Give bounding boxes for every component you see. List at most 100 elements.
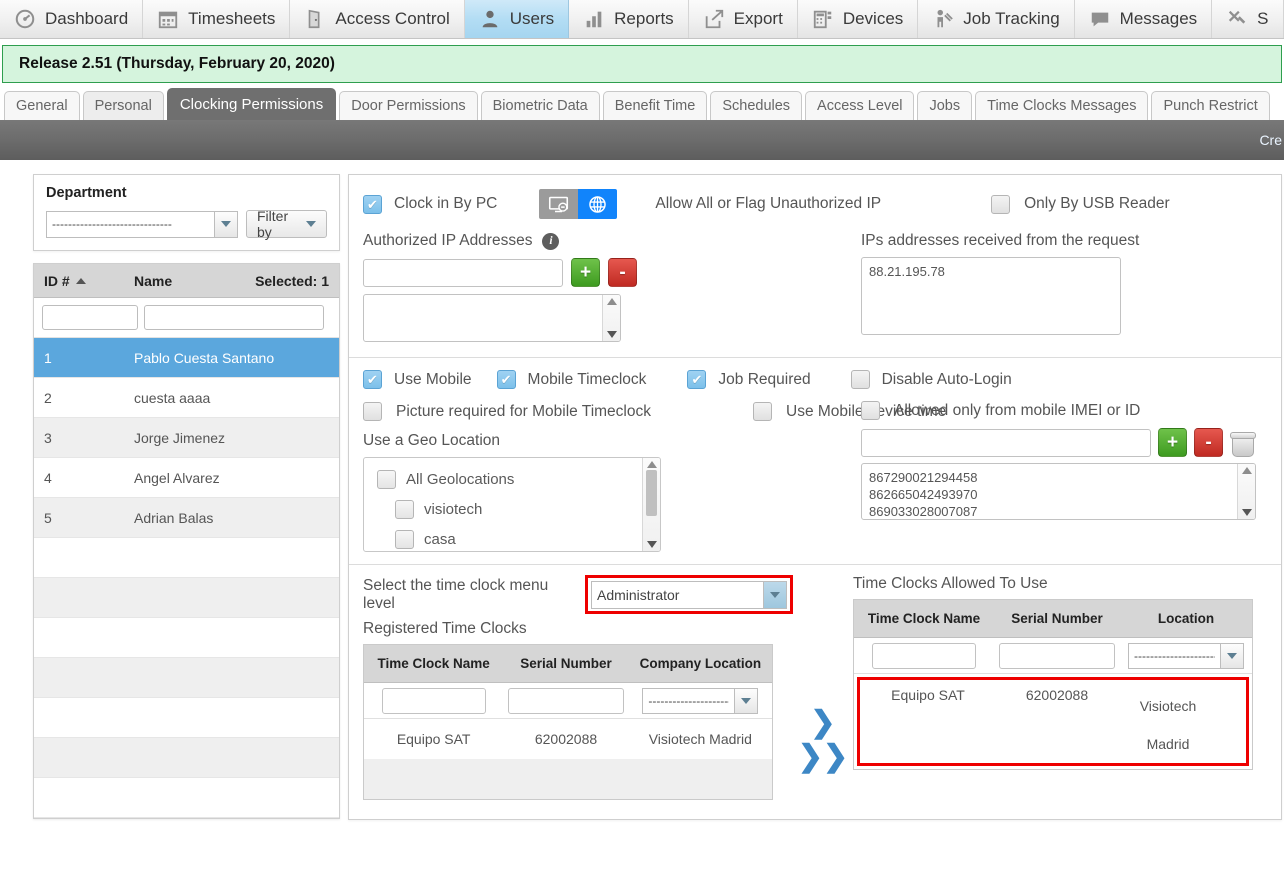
filter-location-select[interactable] — [1128, 642, 1244, 669]
list-item-empty[interactable] — [34, 658, 339, 698]
list-item-empty[interactable] — [34, 538, 339, 578]
nav-item-dashboard[interactable]: Dashboard — [0, 0, 144, 38]
imei-list-box[interactable]: 867290021294458 862665042493970 86903302… — [861, 463, 1256, 520]
geo-checkbox[interactable] — [395, 529, 414, 549]
geo-item-all[interactable]: All Geolocations — [364, 464, 660, 494]
filter-name-input[interactable] — [144, 305, 324, 330]
chevron-down-icon[interactable] — [763, 581, 787, 609]
scroll-up-icon[interactable] — [1241, 467, 1252, 474]
scrollbar-thumb[interactable] — [646, 470, 657, 516]
filter-serial-input[interactable] — [999, 642, 1115, 669]
menu-level-select[interactable] — [591, 581, 787, 609]
nav-item-access-control[interactable]: Access Control — [290, 0, 465, 38]
chevron-down-icon[interactable] — [214, 210, 238, 238]
job-required-checkbox[interactable] — [687, 370, 707, 389]
disable-auto-login-checkbox[interactable] — [850, 370, 870, 389]
column-header-location[interactable]: Location — [1120, 611, 1252, 626]
info-icon[interactable]: i — [542, 232, 560, 250]
list-item[interactable]: 2 cuesta aaaa — [34, 378, 339, 418]
tab-biometric-data[interactable]: Biometric Data — [480, 91, 600, 120]
list-item[interactable]: 5 Adrian Balas — [34, 498, 339, 538]
nav-item-reports[interactable]: Reports — [569, 0, 689, 38]
authorized-ip-input[interactable] — [363, 258, 563, 287]
clock-in-by-pc-checkbox[interactable] — [363, 194, 382, 214]
nav-item-job-tracking[interactable]: Job Tracking — [918, 0, 1075, 38]
scrollbar-vertical[interactable] — [1237, 464, 1255, 519]
received-ips-box[interactable]: 88.21.195.78 — [861, 257, 1121, 335]
table-row[interactable]: Equipo SAT 62002088 Visiotech Madrid — [860, 680, 1246, 763]
filter-clock-name-input[interactable] — [381, 687, 486, 714]
filter-clock-name-input[interactable] — [872, 642, 976, 669]
chevron-double-right-icon[interactable]: ❯❯ — [798, 742, 848, 772]
geo-item-visiotech[interactable]: visiotech — [364, 494, 660, 524]
list-item-empty[interactable] — [34, 738, 339, 778]
scroll-up-icon[interactable] — [646, 461, 657, 468]
add-ip-button[interactable]: + — [571, 258, 600, 287]
list-item[interactable]: 4 Angel Alvarez — [34, 458, 339, 498]
column-header-name[interactable]: Time Clock Name — [364, 656, 503, 671]
column-header-location[interactable]: Company Location — [629, 656, 772, 671]
geolocation-list[interactable]: All Geolocations visiotech casa — [363, 457, 661, 552]
tab-schedules[interactable]: Schedules — [710, 91, 803, 120]
globe-icon[interactable] — [578, 189, 618, 219]
nav-item-messages[interactable]: Messages — [1075, 0, 1213, 38]
create-button-partial[interactable]: Cre — [1259, 132, 1282, 148]
remove-ip-button[interactable]: - — [608, 258, 637, 287]
list-item-empty[interactable] — [34, 618, 339, 658]
filter-id-input[interactable] — [42, 305, 138, 330]
tab-time-clocks-messages[interactable]: Time Clocks Messages — [975, 91, 1149, 120]
add-imei-button[interactable]: + — [1158, 428, 1187, 457]
filter-serial-input[interactable] — [508, 687, 624, 714]
nav-item-settings[interactable]: S — [1212, 0, 1284, 38]
nav-item-timesheets[interactable]: Timesheets — [143, 0, 291, 38]
filter-location-input[interactable] — [642, 687, 735, 714]
imei-allowed-checkbox[interactable] — [861, 401, 880, 420]
table-row-empty[interactable] — [364, 759, 772, 799]
tab-door-permissions[interactable]: Door Permissions — [339, 91, 478, 120]
geo-item-casa[interactable]: casa — [364, 524, 660, 551]
list-item-empty[interactable] — [34, 578, 339, 618]
tab-jobs[interactable]: Jobs — [917, 91, 973, 120]
ip-mode-toggle[interactable] — [539, 189, 618, 219]
monitor-icon[interactable] — [539, 189, 579, 219]
filter-location-select[interactable] — [642, 687, 759, 714]
column-header-serial[interactable]: Serial Number — [503, 656, 628, 671]
chevron-down-icon[interactable] — [1220, 642, 1244, 669]
geo-checkbox[interactable] — [377, 469, 396, 489]
nav-item-devices[interactable]: Devices — [798, 0, 919, 38]
scrollbar-vertical[interactable] — [642, 458, 660, 551]
imei-input[interactable] — [861, 428, 1151, 457]
scroll-down-icon[interactable] — [606, 331, 617, 338]
use-mobile-checkbox[interactable] — [363, 370, 382, 389]
scroll-down-icon[interactable] — [1241, 509, 1252, 516]
department-select[interactable] — [46, 210, 238, 238]
geo-checkbox[interactable] — [395, 499, 414, 519]
column-header-name[interactable]: Name — [134, 273, 255, 289]
scroll-up-icon[interactable] — [606, 298, 617, 305]
list-item[interactable]: 3 Jorge Jimenez — [34, 418, 339, 458]
only-by-usb-reader-checkbox[interactable] — [991, 194, 1011, 214]
chevron-right-icon[interactable]: ❯ — [810, 708, 835, 738]
tab-punch-restrict[interactable]: Punch Restrict — [1151, 91, 1270, 120]
authorized-ip-list[interactable] — [363, 294, 621, 342]
nav-item-export[interactable]: Export — [689, 0, 798, 38]
tab-general[interactable]: General — [4, 91, 80, 120]
remove-imei-button[interactable]: - — [1194, 428, 1223, 457]
filter-by-button[interactable]: Filter by — [246, 208, 327, 240]
scroll-down-icon[interactable] — [646, 541, 657, 548]
department-select-input[interactable] — [46, 210, 214, 238]
picture-required-checkbox[interactable] — [363, 402, 382, 421]
column-header-name[interactable]: Time Clock Name — [854, 611, 994, 626]
trash-icon[interactable] — [1230, 430, 1256, 457]
mobile-timeclock-checkbox[interactable] — [496, 370, 516, 389]
table-row[interactable]: Equipo SAT 62002088 Visiotech Madrid — [364, 719, 772, 759]
scrollbar-vertical[interactable] — [602, 295, 620, 341]
list-item[interactable]: 1 Pablo Cuesta Santano — [34, 338, 339, 378]
menu-level-select-input[interactable] — [591, 581, 763, 609]
column-header-serial[interactable]: Serial Number — [994, 611, 1120, 626]
tab-clocking-permissions[interactable]: Clocking Permissions — [166, 88, 337, 120]
nav-item-users[interactable]: Users — [464, 0, 570, 38]
tab-benefit-time[interactable]: Benefit Time — [602, 91, 708, 120]
list-item-empty[interactable] — [34, 778, 339, 818]
filter-location-input[interactable] — [1128, 642, 1220, 669]
